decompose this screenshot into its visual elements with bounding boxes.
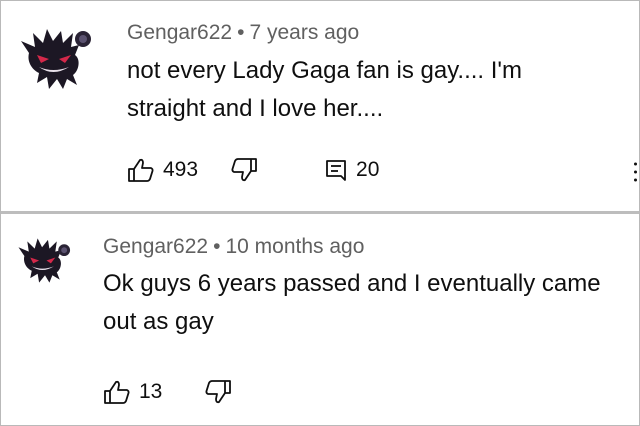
comment-time[interactable]: 10 months ago — [225, 235, 364, 258]
comment-item: Gengar622 • 10 months ago Ok guys 6 years … — [1, 215, 639, 425]
gengar-avatar[interactable] — [19, 19, 95, 95]
reply-count: 20 — [356, 158, 380, 181]
dislike-button[interactable] — [230, 157, 258, 183]
comment-time[interactable]: 7 years ago — [249, 21, 359, 44]
meta-separator: • — [213, 235, 221, 258]
thumbs-down-icon[interactable] — [230, 157, 258, 183]
like-count: 493 — [163, 158, 199, 181]
like-button[interactable]: 13 — [103, 379, 162, 405]
like-count: 13 — [139, 380, 163, 403]
comment-meta: Gengar622 • 7 years ago — [127, 21, 359, 45]
thumbs-up-icon[interactable] — [103, 379, 131, 405]
like-button[interactable]: 493 — [127, 157, 198, 183]
comment-item: Gengar622 • 7 years ago not every Lady Gag… — [1, 1, 639, 211]
more-vert-icon[interactable] — [634, 161, 637, 183]
reply-button[interactable]: 20 — [324, 158, 379, 182]
author-name[interactable]: Gengar622 — [103, 235, 208, 258]
gengar-avatar[interactable] — [17, 231, 73, 287]
meta-separator: • — [237, 21, 245, 44]
reply-comment-icon[interactable] — [324, 158, 348, 182]
comment-text: Ok guys 6 years passed and I eventually … — [103, 270, 601, 335]
dislike-button[interactable] — [204, 379, 232, 405]
author-name[interactable]: Gengar622 — [127, 21, 232, 44]
comment-actions: 493 20 — [127, 157, 379, 183]
comment-text: not every Lady Gaga fan is gay.... I'm s… — [127, 57, 523, 122]
comment-meta: Gengar622 • 10 months ago — [103, 235, 364, 259]
comment-actions: 13 — [103, 379, 232, 405]
comment-divider — [1, 211, 639, 214]
thumbs-down-icon[interactable] — [204, 379, 232, 405]
thumbs-up-icon[interactable] — [127, 157, 155, 183]
comment-thread: Gengar622 • 7 years ago not every Lady Gag… — [0, 0, 640, 426]
